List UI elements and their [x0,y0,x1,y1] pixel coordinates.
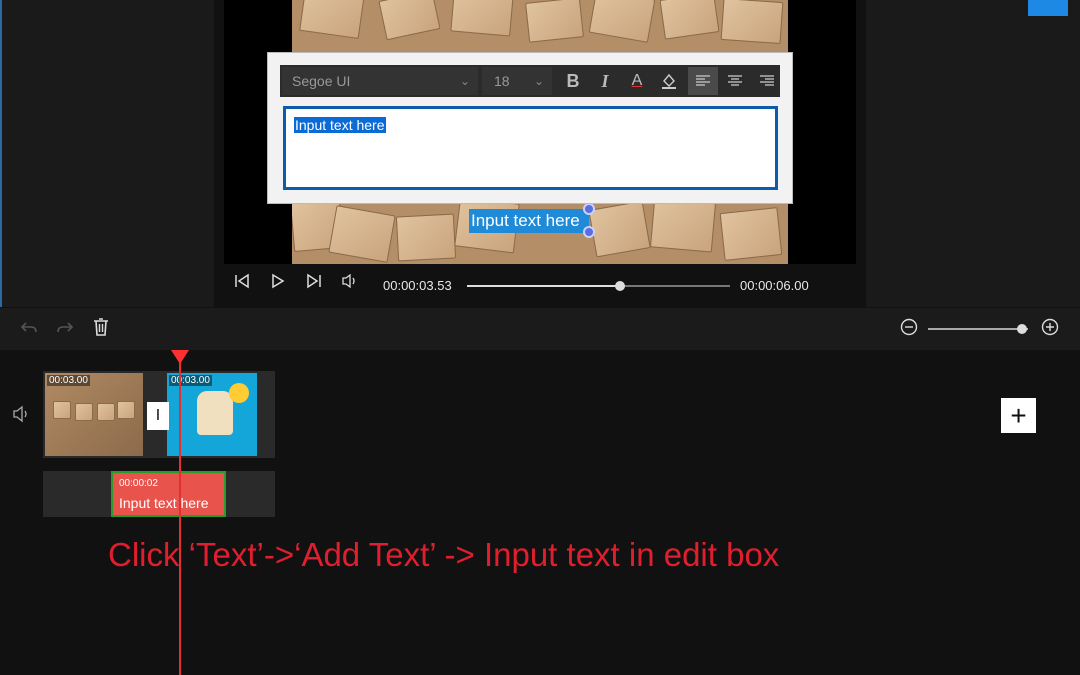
zoom-out-icon[interactable] [900,318,918,341]
bread-image [197,391,233,435]
instruction-text: Click ‘Text’->‘Add Text’ -> Input text i… [108,536,780,573]
seek-progress [467,285,620,287]
zoom-slider[interactable] [928,328,1028,330]
clip-duration: 00:03.00 [169,375,212,386]
skip-forward-icon[interactable] [306,273,322,294]
bold-icon[interactable]: B [558,67,588,95]
seek-slider[interactable] [467,281,730,291]
font-color-icon[interactable]: A [622,67,652,95]
text-clip[interactable]: 00:00:02 Input text here [111,471,226,517]
current-time: 00:00:03.53 [383,278,452,293]
text-input-area[interactable]: Input text here [283,106,778,190]
trash-icon[interactable] [93,318,109,341]
font-size-value: 18 [494,73,510,89]
zoom-thumb[interactable] [1017,324,1027,334]
undo-icon[interactable] [20,318,38,341]
timeline-toolbar [0,308,1080,350]
add-track-icon[interactable]: + [1001,398,1036,433]
redo-icon[interactable] [56,318,74,341]
play-icon[interactable] [270,273,286,294]
align-left-icon[interactable] [688,67,718,95]
right-panel [866,0,1080,307]
zoom-in-icon[interactable] [1041,318,1059,341]
playhead-handle[interactable] [171,350,189,364]
speaker-icon[interactable] [12,405,32,428]
clip-duration: 00:03.00 [47,375,90,386]
user-icon[interactable] [1028,0,1068,16]
text-input-value: Input text here [294,117,386,133]
text-track: 00:00:02 Input text here [43,471,275,517]
total-time: 00:00:06.00 [740,278,809,293]
skip-back-icon[interactable] [234,273,250,294]
volume-icon[interactable] [341,273,359,294]
resize-handle[interactable] [583,203,595,215]
rotate-handle[interactable] [583,226,595,238]
font-size-select[interactable]: 18 ⌄ [482,67,552,95]
text-edit-box: Segoe UI ⌄ 18 ⌄ B I A Input text here [267,52,793,204]
video-clip[interactable]: 00:03.00 [45,373,143,456]
align-right-icon[interactable] [752,67,782,95]
seek-thumb[interactable] [614,281,625,291]
font-family-value: Segoe UI [292,73,351,89]
chevron-down-icon: ⌄ [459,74,470,88]
sun-image [229,383,249,403]
text-clip-duration: 00:00:02 [119,478,158,489]
text-clip-label: Input text here [119,495,209,511]
playback-controls: 00:00:03.53 00:00:06.00 [224,264,856,306]
video-track: 00:03.00 00:03.00 I [43,371,275,458]
italic-icon[interactable]: I [590,67,620,95]
chevron-down-icon: ⌄ [533,74,544,88]
fill-color-icon[interactable] [654,67,684,95]
playhead[interactable] [179,352,181,675]
text-format-toolbar: Segoe UI ⌄ 18 ⌄ B I A [280,65,780,97]
app-window: Input text here Segoe UI ⌄ 18 ⌄ B I A In… [0,0,1080,675]
transition-button[interactable]: I [147,402,169,430]
align-center-icon[interactable] [720,67,750,95]
video-caption[interactable]: Input text here [469,209,589,233]
font-family-select[interactable]: Segoe UI ⌄ [282,67,478,95]
left-panel [0,0,214,307]
